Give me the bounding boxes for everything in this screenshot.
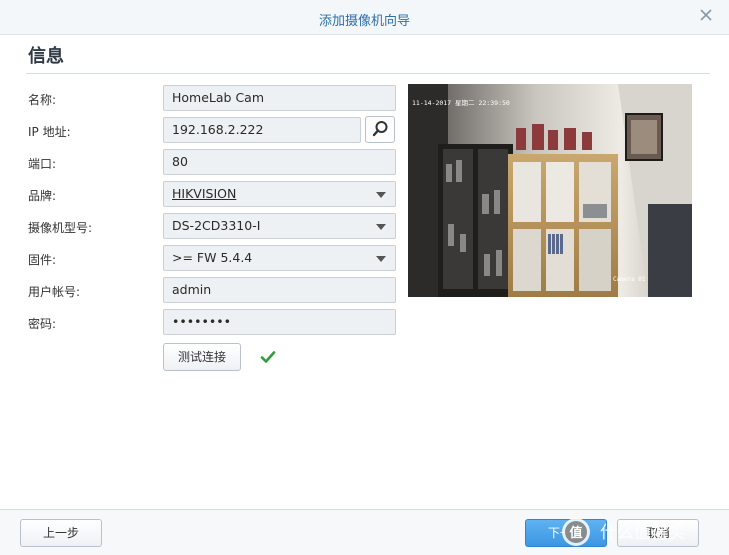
ip-label: IP 地址: bbox=[28, 125, 71, 139]
password-input[interactable]: •••••••• bbox=[163, 309, 396, 335]
model-label: 摄像机型号: bbox=[28, 221, 93, 235]
title-bar: 添加摄像机向导 bbox=[0, 0, 729, 35]
brand-select[interactable]: HIKVISION bbox=[163, 181, 396, 207]
port-input[interactable]: 80 bbox=[163, 149, 396, 175]
username-input[interactable]: admin bbox=[163, 277, 396, 303]
section-title: 信息 bbox=[28, 46, 64, 67]
divider bbox=[26, 73, 710, 74]
camera-preview-image: 11-14-2017 星期二 22:39:50 Camera 01 bbox=[408, 84, 692, 297]
ip-input-value: 192.168.2.222 bbox=[172, 122, 264, 137]
site-watermark: 值 什么值得买 bbox=[560, 512, 724, 552]
watermark-logo: 值 什么值得买 bbox=[562, 518, 685, 546]
name-input-value: HomeLab Cam bbox=[172, 90, 265, 105]
camera-preview: 11-14-2017 星期二 22:39:50 Camera 01 bbox=[408, 84, 692, 297]
model-select[interactable]: DS-2CD3310-I bbox=[163, 213, 396, 239]
search-icon bbox=[372, 121, 388, 137]
search-button[interactable] bbox=[365, 116, 395, 143]
ip-input[interactable]: 192.168.2.222 bbox=[163, 117, 361, 143]
firmware-label: 固件: bbox=[28, 253, 57, 267]
svg-text:什么值得买: 什么值得买 bbox=[600, 523, 685, 543]
test-connection-button[interactable]: 测试连接 bbox=[163, 343, 241, 371]
name-input[interactable]: HomeLab Cam bbox=[163, 85, 396, 111]
password-label: 密码: bbox=[28, 317, 57, 331]
preview-camera-label: Camera 01 bbox=[613, 276, 646, 283]
model-select-value: DS-2CD3310-I bbox=[172, 218, 261, 233]
port-input-value: 80 bbox=[172, 154, 188, 169]
chevron-down-icon bbox=[376, 224, 386, 230]
username-input-value: admin bbox=[172, 282, 212, 297]
brand-label: 品牌: bbox=[28, 189, 57, 203]
preview-timestamp: 11-14-2017 星期二 22:39:50 bbox=[412, 99, 510, 107]
previous-button[interactable]: 上一步 bbox=[20, 519, 102, 547]
firmware-select[interactable]: >= FW 5.4.4 bbox=[163, 245, 396, 271]
chevron-down-icon bbox=[376, 192, 386, 198]
window-title: 添加摄像机向导 bbox=[318, 14, 410, 29]
firmware-select-value: >= FW 5.4.4 bbox=[172, 250, 253, 265]
close-icon[interactable] bbox=[699, 8, 713, 22]
checkmark-icon bbox=[260, 351, 276, 363]
username-label: 用户帐号: bbox=[28, 285, 81, 299]
chevron-down-icon bbox=[376, 256, 386, 262]
brand-select-value: HIKVISION bbox=[172, 186, 237, 201]
port-label: 端口: bbox=[28, 157, 57, 171]
name-label: 名称: bbox=[28, 93, 57, 107]
svg-text:值: 值 bbox=[569, 525, 582, 541]
password-input-value: •••••••• bbox=[172, 314, 231, 329]
